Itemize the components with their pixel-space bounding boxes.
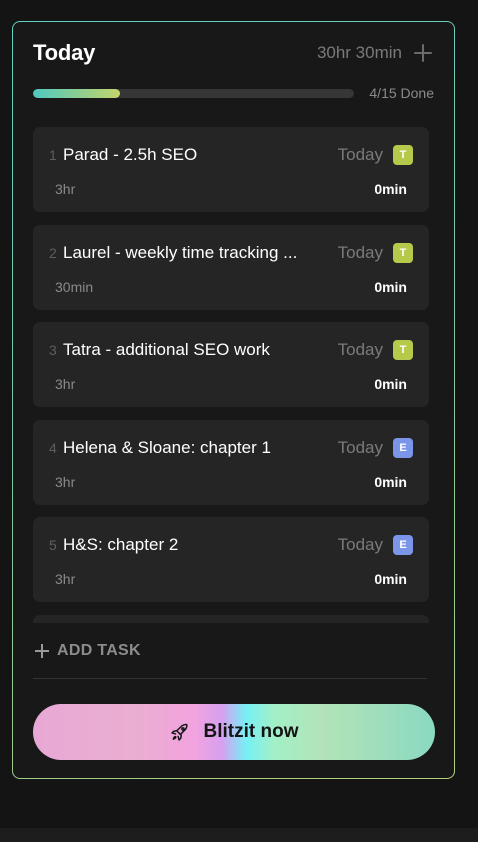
blitzit-now-label: Blitzit now: [203, 721, 299, 742]
task-number: 4: [49, 439, 57, 456]
task-time-spent: 0min: [374, 571, 407, 587]
bottom-strip: [0, 828, 478, 842]
task-estimate[interactable]: 3hr: [55, 181, 75, 197]
task-card[interactable]: 4 Helena & Sloane: chapter 1 Today E 3hr…: [33, 419, 429, 505]
task-time-spent: 0min: [374, 181, 407, 197]
task-time-spent: 0min: [374, 376, 407, 392]
add-icon[interactable]: [414, 44, 432, 62]
task-due[interactable]: Today: [338, 438, 383, 458]
task-card[interactable]: 5 H&S: chapter 2 Today E 3hr 0min: [33, 517, 429, 602]
task-estimate[interactable]: 3hr: [55, 376, 75, 392]
task-tag-badge[interactable]: T: [393, 242, 413, 263]
rocket-icon: [170, 723, 188, 741]
panel-header: Today 30hr 30min: [33, 40, 432, 66]
task-bottom: 3hr 0min: [55, 570, 407, 588]
task-title: H&S: chapter 2: [63, 535, 179, 554]
task-top: 3 Tatra - additional SEO work Today T: [49, 339, 413, 361]
task-estimate[interactable]: 3hr: [55, 571, 75, 587]
task-time-spent: 0min: [374, 473, 407, 490]
task-number: 2: [49, 244, 57, 261]
task-estimate[interactable]: 3hr: [55, 474, 75, 490]
blitzit-now-button[interactable]: Blitzit now: [33, 704, 435, 760]
task-title: Helena & Sloane: chapter 1: [63, 437, 271, 457]
task-due[interactable]: Today: [338, 243, 383, 263]
task-card[interactable]: 3 Tatra - additional SEO work Today T 3h…: [33, 322, 429, 407]
task-number: 5: [49, 537, 57, 553]
task-bottom: 30min 0min: [55, 278, 407, 296]
task-due[interactable]: Today: [338, 145, 383, 165]
progress-fill: [33, 88, 120, 98]
task-bottom: 3hr 0min: [55, 375, 407, 393]
progress-row: 4/15 Done: [33, 85, 434, 101]
task-time-spent: 0min: [374, 278, 407, 295]
task-top: 5 H&S: chapter 2 Today E: [49, 534, 413, 556]
page-title: Today: [33, 40, 96, 65]
task-top: 4 Helena & Sloane: chapter 1 Today E: [49, 437, 413, 459]
add-task-label: ADD TASK: [57, 642, 141, 659]
task-bottom: 3hr 0min: [55, 180, 407, 198]
task-title: Laurel - weekly time tracking ...: [63, 242, 298, 262]
divider: [33, 678, 427, 679]
today-panel-body: Today 30hr 30min 4/15 Done 1 Parad - 2.5…: [13, 22, 454, 778]
plus-icon: [35, 644, 49, 658]
task-number: 3: [49, 342, 57, 358]
progress-bar: [33, 88, 355, 98]
task-number: 1: [49, 147, 57, 163]
task-card[interactable]: 1 Parad - 2.5h SEO Today T 3hr 0min: [33, 127, 429, 212]
task-title: Parad - 2.5h SEO: [63, 145, 198, 164]
progress-label: 4/15 Done: [369, 85, 434, 101]
task-estimate[interactable]: 30min: [55, 279, 93, 295]
task-card[interactable]: 2 Laurel - weekly time tracking ... Toda…: [33, 224, 429, 310]
task-due[interactable]: Today: [338, 340, 383, 360]
task-tag-badge[interactable]: E: [393, 437, 413, 458]
today-panel: Today 30hr 30min 4/15 Done 1 Parad - 2.5…: [12, 21, 455, 779]
header-right: 30hr 30min: [317, 43, 432, 63]
task-tag-badge[interactable]: E: [393, 535, 413, 555]
task-tag-badge[interactable]: T: [393, 340, 413, 360]
task-bottom: 3hr 0min: [55, 473, 407, 491]
task-tag-badge[interactable]: T: [393, 145, 413, 165]
task-due[interactable]: Today: [338, 535, 383, 555]
task-title: Tatra - additional SEO work: [63, 340, 270, 359]
task-card-partial[interactable]: [33, 614, 429, 623]
task-top: 2 Laurel - weekly time tracking ... Toda…: [49, 242, 413, 264]
task-list: 1 Parad - 2.5h SEO Today T 3hr 0min 2 La…: [33, 127, 429, 623]
task-top: 1 Parad - 2.5h SEO Today T: [49, 144, 413, 166]
add-task-button[interactable]: ADD TASK: [35, 640, 141, 662]
total-time: 30hr 30min: [316, 43, 402, 62]
